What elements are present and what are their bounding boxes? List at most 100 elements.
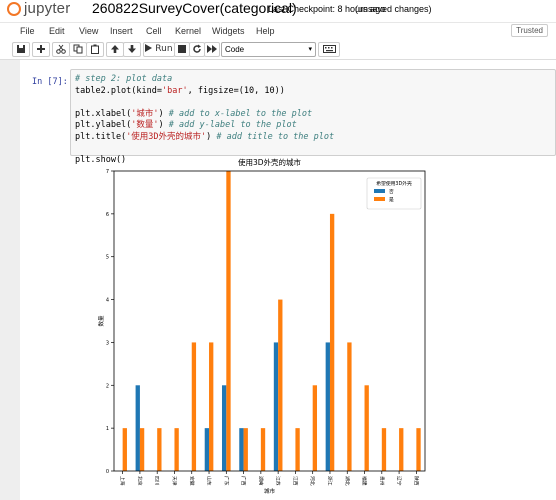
y-tick-label: 5 [106, 255, 109, 261]
bar [191, 342, 197, 471]
bar [329, 213, 335, 472]
x-tick-label: 江苏 [275, 476, 282, 486]
x-tick-label: 福建 [361, 476, 368, 486]
menu-file[interactable]: File [20, 26, 35, 36]
code-string: 'bar' [162, 85, 188, 96]
run-label: Run [155, 44, 173, 54]
plus-icon [37, 45, 45, 53]
unsaved-status: (unsaved changes) [355, 4, 432, 14]
y-tick-label: 2 [106, 383, 109, 389]
bar [139, 428, 145, 471]
x-tick-label: 江西 [292, 476, 299, 486]
menu-view[interactable]: View [79, 26, 98, 36]
bar [347, 342, 352, 471]
menu-widgets[interactable]: Widgets [212, 26, 245, 36]
notebook-page: In [7]: # step 2: plot data table2.plot(… [20, 60, 556, 500]
paste-button[interactable] [86, 42, 104, 57]
y-tick-label: 4 [106, 298, 109, 304]
restart-button[interactable] [189, 42, 205, 57]
x-tick-label: 四川 [154, 476, 160, 486]
menu-kernel[interactable]: Kernel [175, 26, 201, 36]
bar [174, 428, 179, 471]
cell-type-value: Code [225, 45, 245, 54]
x-tick-label: 上海 [119, 476, 126, 486]
bar [226, 171, 231, 471]
notebook-toolbar: Run Code ▾ [0, 40, 556, 60]
x-tick-label: 北京 [136, 476, 143, 486]
x-tick-label: 河北 [309, 476, 316, 486]
code-text: table2.plot(kind= [75, 85, 162, 96]
trusted-badge[interactable]: Trusted [511, 24, 548, 37]
bar [239, 428, 244, 471]
run-button[interactable]: Run [143, 42, 175, 57]
restart-run-all-button[interactable] [204, 42, 220, 57]
run-icon [145, 44, 153, 52]
cut-button[interactable] [52, 42, 70, 57]
bar [325, 342, 330, 471]
bar [260, 428, 266, 471]
code-string: '数量' [131, 120, 159, 131]
bar [273, 342, 279, 471]
notebook-title[interactable]: 260822SurveyCover(categorical) [92, 0, 297, 16]
code-text: ) [206, 131, 217, 142]
menu-help[interactable]: Help [256, 26, 275, 36]
y-axis-label: 数量 [97, 315, 105, 327]
stop-icon [178, 45, 186, 53]
x-tick-label: 贵州 [378, 476, 385, 486]
move-down-button[interactable] [123, 42, 141, 57]
arrow-up-icon [111, 45, 119, 53]
insert-cell-button[interactable] [32, 42, 50, 57]
copy-button[interactable] [69, 42, 87, 57]
y-tick-label: 7 [106, 169, 109, 175]
x-tick-label: 湖南 [257, 476, 264, 486]
code-text: ) [158, 108, 169, 119]
x-tick-label: 浙江 [326, 476, 333, 486]
bar [209, 342, 214, 471]
plot-frame [113, 170, 426, 472]
bar [399, 428, 404, 471]
y-tick-label: 1 [106, 426, 109, 432]
code-comment: # add y-label to the plot [168, 120, 297, 131]
code-cell[interactable]: In [7]: # step 2: plot data table2.plot(… [24, 65, 556, 165]
interrupt-button[interactable] [174, 42, 190, 57]
code-comment: # step 2: plot data [75, 74, 173, 84]
code-text: ) [158, 120, 169, 131]
paste-icon [91, 44, 99, 54]
move-up-button[interactable] [106, 42, 124, 57]
bar [364, 385, 369, 471]
code-comment: # add to x-label to the plot [168, 108, 313, 119]
code-editor[interactable]: # step 2: plot data table2.plot(kind='ba… [70, 69, 556, 165]
bar [204, 428, 210, 471]
save-button[interactable] [12, 42, 30, 57]
jupyter-logo-text: jupyter [24, 0, 71, 17]
menu-edit[interactable]: Edit [49, 26, 65, 36]
legend-swatch [374, 189, 385, 193]
x-tick-label: 辽宁 [396, 476, 403, 486]
code-text: plt.title( [75, 131, 127, 142]
bar [416, 428, 421, 471]
notebook-header: jupyter 260822SurveyCover(categorical) L… [0, 0, 556, 22]
bar [243, 428, 248, 471]
x-tick-label: 天津 [171, 476, 178, 486]
chart-title: 使用3D外壳的城市 [238, 157, 302, 167]
code-text: plt.xlabel( [75, 108, 132, 119]
bar [295, 428, 300, 471]
x-tick-label: 湖北 [344, 476, 351, 486]
bar [312, 385, 318, 471]
menu-cell[interactable]: Cell [146, 26, 162, 36]
cell-type-select[interactable]: Code ▾ [221, 42, 316, 57]
fast-forward-icon [207, 45, 217, 53]
x-tick-label: 广东 [223, 476, 230, 486]
menu-insert[interactable]: Insert [110, 26, 133, 36]
x-tick-label: 山东 [206, 476, 213, 486]
x-tick-label: 陕西 [413, 476, 420, 486]
bar-chart: 使用3D外壳的城市 0 1 2 3 4 5 6 7 上海 北京 四川 天津 安徽 山东 广东 广西 湖南 江苏 江西河… [97, 157, 426, 495]
jupyter-logo-icon [7, 2, 21, 16]
keyboard-icon [322, 45, 336, 53]
legend-label: 是 [389, 197, 394, 203]
code-text: plt.ylabel( [75, 120, 132, 131]
command-palette-button[interactable] [318, 42, 340, 57]
code-comment: # add title to the plot [216, 131, 335, 142]
x-axis-label: 城市 [264, 487, 276, 495]
jupyter-logo[interactable]: jupyter [2, 0, 92, 20]
